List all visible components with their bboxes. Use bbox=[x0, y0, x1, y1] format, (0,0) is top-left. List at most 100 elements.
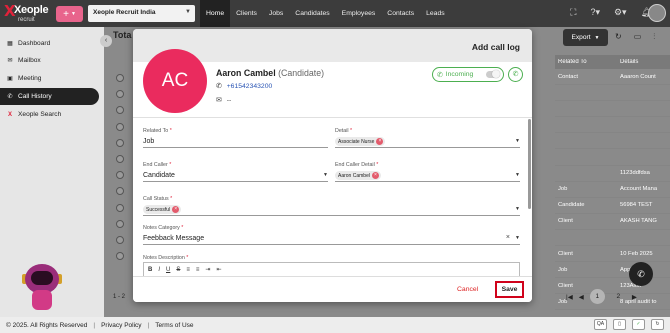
indent-icon[interactable]: ⇥ bbox=[205, 266, 210, 273]
export-button[interactable]: Export ▼ bbox=[563, 29, 608, 46]
related-to-select[interactable]: Job bbox=[143, 136, 328, 148]
call-type-icon[interactable]: ✆ bbox=[508, 67, 523, 82]
call-fab-button[interactable]: ✆ bbox=[629, 262, 653, 286]
assistant-robot-mascot[interactable] bbox=[22, 262, 62, 312]
phone-number-link[interactable]: +61542343200 bbox=[227, 83, 273, 90]
agency-select[interactable]: Xeople Recruit India ▼ bbox=[88, 5, 195, 22]
save-button[interactable]: Save bbox=[495, 281, 524, 298]
mobile-icon[interactable]: ▯ bbox=[613, 319, 626, 330]
sidebar-item-xeople-search[interactable]: X Xeople Search bbox=[0, 106, 99, 123]
end-caller-select[interactable]: Candidate ▼ bbox=[143, 170, 328, 182]
chevron-down-icon[interactable]: ▼ bbox=[515, 206, 520, 212]
sync-icon[interactable]: ↻ bbox=[651, 319, 664, 330]
table-row[interactable]: Candidate 56984 TEST bbox=[555, 198, 670, 214]
nav-jobs[interactable]: Jobs bbox=[263, 0, 289, 27]
nav-leads[interactable]: Leads bbox=[420, 0, 451, 27]
sidebar-item-meeting[interactable]: ▣ Meeting bbox=[0, 70, 99, 87]
end-caller-detail-select[interactable]: Aaron Cambel × ▼ bbox=[335, 170, 520, 182]
nav-clients[interactable]: Clients bbox=[230, 0, 263, 27]
table-row[interactable]: Client 10 Feb 2025 bbox=[555, 246, 670, 263]
chip-remove-icon[interactable]: × bbox=[376, 138, 384, 145]
filter-icon[interactable]: ⫶ bbox=[653, 32, 655, 42]
table-row[interactable]: Job Account Mana bbox=[555, 182, 670, 198]
clear-icon[interactable]: × bbox=[506, 234, 510, 241]
row-checkbox[interactable] bbox=[116, 203, 124, 212]
row-checkbox[interactable] bbox=[116, 90, 124, 99]
direction-switch[interactable] bbox=[486, 70, 500, 78]
check-icon[interactable]: ✓ bbox=[632, 319, 645, 330]
table-row[interactable]: Contact Aaaron Count bbox=[555, 69, 670, 86]
nav-contacts[interactable]: Contacts bbox=[381, 0, 420, 27]
settings-icon[interactable]: ⚙▾ bbox=[614, 7, 627, 18]
table-row[interactable] bbox=[555, 133, 670, 150]
strikethrough-icon[interactable]: S bbox=[176, 267, 180, 273]
chip-remove-icon[interactable]: × bbox=[371, 172, 379, 179]
row-checkbox[interactable] bbox=[116, 138, 124, 147]
privacy-link[interactable]: Privacy Policy bbox=[101, 322, 141, 329]
candidate-type: (Candidate) bbox=[278, 68, 325, 78]
row-checkbox[interactable] bbox=[116, 74, 124, 82]
table-row[interactable] bbox=[555, 101, 670, 118]
numbered-list-icon[interactable]: ≡ bbox=[196, 267, 200, 273]
expand-icon[interactable]: ⛶ bbox=[570, 7, 576, 18]
underline-icon[interactable]: U bbox=[166, 267, 170, 273]
column-header[interactable]: Details bbox=[617, 59, 670, 65]
help-icon[interactable]: ?▾ bbox=[590, 7, 600, 18]
prev-page-icon[interactable]: ◀ bbox=[579, 293, 584, 301]
first-page-icon[interactable]: |◀ bbox=[566, 293, 573, 301]
row-checkbox[interactable] bbox=[116, 187, 124, 196]
bullet-list-icon[interactable]: ≡ bbox=[186, 267, 190, 273]
calendar-icon[interactable]: ▭ bbox=[634, 32, 642, 42]
outdent-icon[interactable]: ⇤ bbox=[216, 266, 221, 273]
row-checkbox[interactable] bbox=[116, 252, 124, 261]
row-checkbox[interactable] bbox=[116, 122, 124, 131]
qa-badge-icon[interactable]: QA bbox=[594, 319, 607, 330]
sidebar-item-mailbox[interactable]: ✉ Mailbox bbox=[0, 52, 99, 69]
row-checkbox[interactable] bbox=[116, 154, 124, 163]
modal-scrollbar[interactable] bbox=[528, 119, 531, 209]
next-page-icon[interactable]: ▶ bbox=[632, 293, 637, 301]
chevron-down-icon[interactable]: ▼ bbox=[515, 172, 520, 178]
table-row[interactable] bbox=[555, 85, 670, 102]
page-button[interactable]: 2 bbox=[611, 289, 626, 304]
detail-select[interactable]: Associate Nurse × ▼ bbox=[335, 136, 520, 148]
candidate-name-text[interactable]: Aaron Cambel bbox=[216, 68, 276, 78]
page-button[interactable]: 1 bbox=[589, 289, 605, 304]
refresh-icon[interactable]: ↻ bbox=[615, 32, 622, 42]
call-direction-toggle[interactable]: ✆ Incoming bbox=[432, 67, 504, 82]
chevron-down-icon[interactable]: ▼ bbox=[515, 138, 520, 144]
nav-candidates[interactable]: Candidates bbox=[289, 0, 335, 27]
quick-add-button[interactable]: + ▼ bbox=[56, 6, 83, 22]
agency-select-value: Xeople Recruit India bbox=[93, 9, 156, 16]
table-row[interactable]: 1123ddfdsa bbox=[555, 166, 670, 182]
table-row[interactable] bbox=[555, 230, 670, 247]
chip-remove-icon[interactable]: × bbox=[172, 206, 180, 213]
row-checkbox[interactable] bbox=[116, 235, 124, 244]
rich-text-toolbar: B I U S ≡ ≡ ⇥ ⇤ bbox=[143, 262, 520, 276]
table-row[interactable]: Client AKASH TANG bbox=[555, 214, 670, 230]
chevron-down-icon[interactable]: ▼ bbox=[515, 235, 520, 241]
row-checkbox[interactable] bbox=[116, 171, 124, 180]
cancel-button[interactable]: Cancel bbox=[457, 286, 478, 293]
nav-employees[interactable]: Employees bbox=[336, 0, 382, 27]
user-avatar[interactable] bbox=[648, 4, 666, 22]
notes-category-select[interactable]: Feebback Message × ▼ bbox=[143, 233, 520, 245]
sidebar-collapse-button[interactable]: ‹ bbox=[100, 35, 112, 47]
candidate-name: Aaron Cambel (Candidate) bbox=[216, 68, 324, 78]
italic-icon[interactable]: I bbox=[158, 267, 160, 273]
chevron-down-icon[interactable]: ▼ bbox=[323, 172, 328, 178]
bold-icon[interactable]: B bbox=[148, 267, 152, 273]
nav-home[interactable]: Home bbox=[200, 0, 231, 27]
row-checkbox[interactable] bbox=[116, 219, 124, 228]
call-status-field: Call Status * Successful × ▼ bbox=[143, 196, 520, 216]
row-checkbox[interactable] bbox=[116, 106, 124, 115]
column-header[interactable]: Related To bbox=[555, 59, 617, 65]
app-logo[interactable]: X Xeople recruit bbox=[4, 2, 54, 26]
sidebar-item-dashboard[interactable]: ▦ Dashboard bbox=[0, 35, 99, 52]
terms-link[interactable]: Terms of Use bbox=[155, 322, 193, 329]
mail-icon: ✉ bbox=[216, 97, 222, 104]
table-row[interactable] bbox=[555, 117, 670, 134]
call-status-select[interactable]: Successful × ▼ bbox=[143, 204, 520, 216]
table-row[interactable] bbox=[555, 149, 670, 166]
sidebar-item-call-history[interactable]: ✆ Call History bbox=[0, 88, 99, 105]
